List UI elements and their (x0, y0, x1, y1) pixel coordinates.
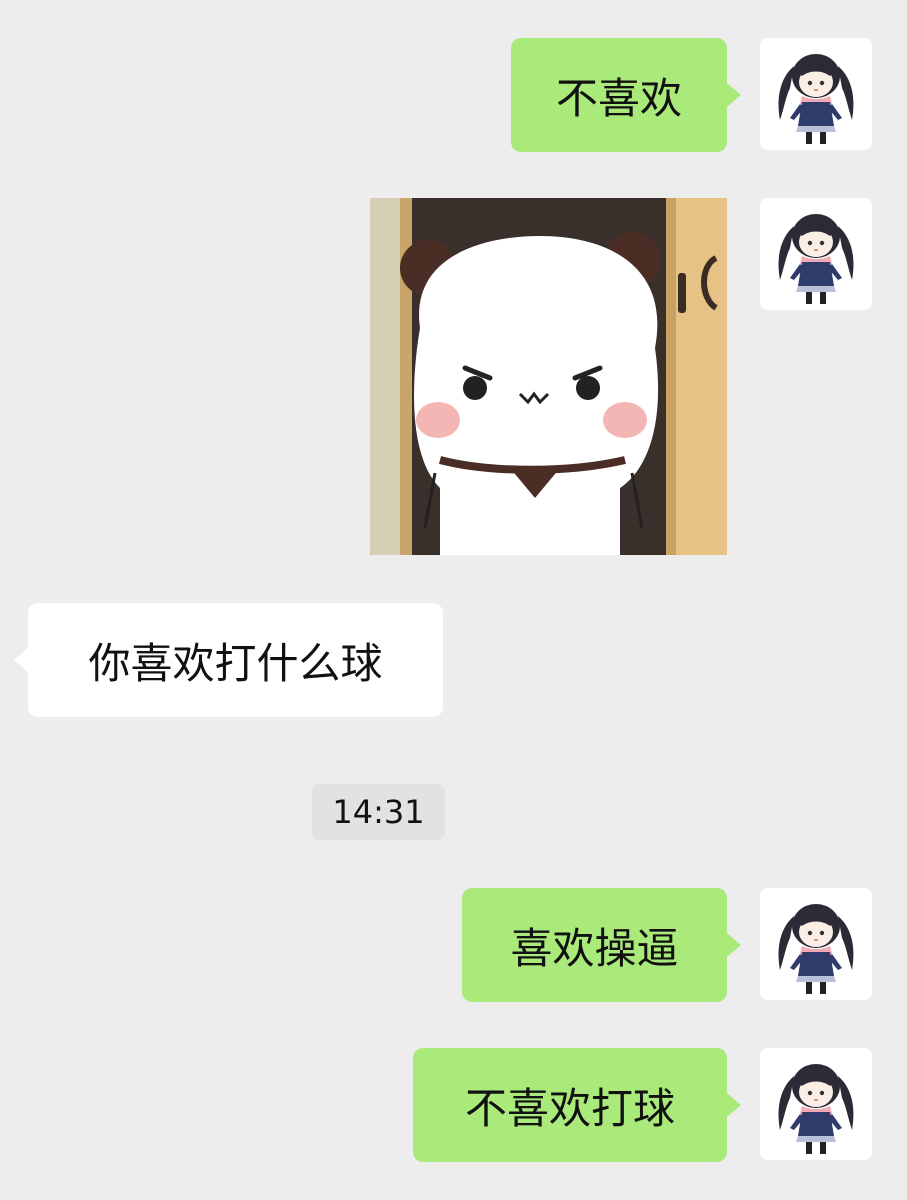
message-bubble-outgoing[interactable]: 不喜欢打球 (413, 1048, 727, 1162)
bubble-tail (727, 83, 741, 107)
avatar[interactable] (760, 198, 872, 310)
message-text: 你喜欢打什么球 (88, 638, 383, 688)
avatar[interactable] (760, 1048, 872, 1160)
anime-girl-avatar-icon (760, 888, 872, 1000)
sticker-image[interactable] (370, 198, 727, 555)
avatar[interactable] (760, 888, 872, 1000)
angry-panda-sticker-icon (370, 198, 727, 555)
anime-girl-avatar-icon (760, 198, 872, 310)
bubble-tail (727, 1093, 741, 1117)
timestamp: 14:31 (312, 784, 445, 840)
message-bubble-outgoing[interactable]: 喜欢操逼 (462, 888, 727, 1002)
message-text: 不喜欢 (555, 73, 682, 123)
message-bubble-outgoing[interactable]: 不喜欢 (511, 38, 727, 152)
bubble-tail (14, 648, 28, 672)
anime-girl-avatar-icon (760, 38, 872, 150)
message-bubble-incoming[interactable]: 你喜欢打什么球 (28, 603, 443, 717)
anime-girl-avatar-icon (760, 1048, 872, 1160)
message-text: 不喜欢打球 (464, 1083, 675, 1133)
avatar[interactable] (760, 38, 872, 150)
bubble-tail (727, 933, 741, 957)
message-text: 喜欢操逼 (510, 923, 679, 973)
